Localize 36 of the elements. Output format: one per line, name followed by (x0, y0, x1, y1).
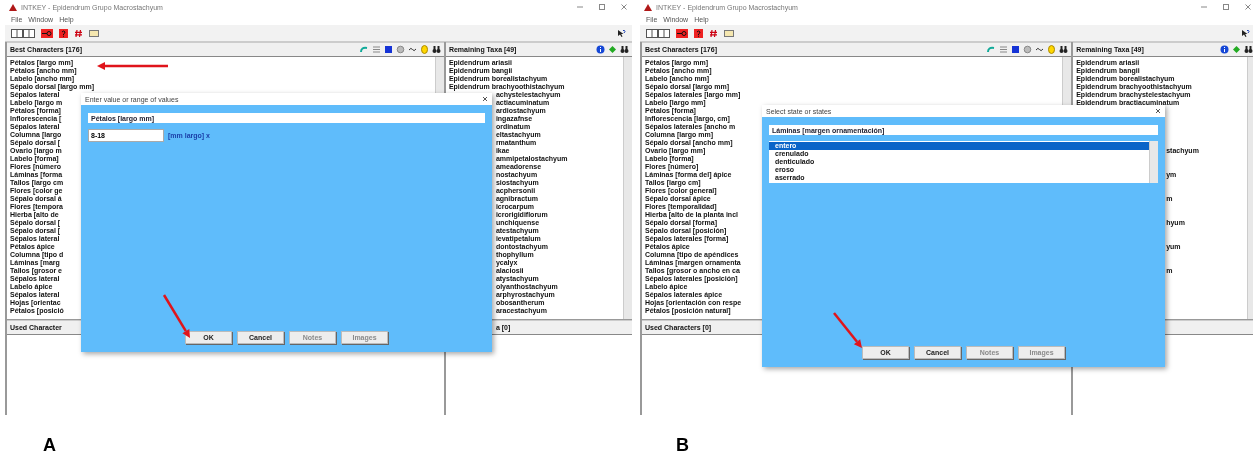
info-icon[interactable] (596, 45, 605, 54)
help-cursor-icon[interactable] (617, 28, 626, 38)
triangle-icon (9, 3, 17, 11)
info-icon[interactable] (1220, 45, 1229, 54)
rectangle-icon[interactable] (89, 28, 99, 38)
scrollbar[interactable] (623, 57, 632, 319)
figure-label: A (43, 435, 57, 456)
close-icon[interactable] (1155, 108, 1161, 114)
binoculars-icon[interactable] (1244, 45, 1253, 54)
square-icon[interactable] (1011, 45, 1021, 54)
binoculars-icon[interactable] (1059, 45, 1069, 54)
key-icon[interactable] (676, 28, 688, 38)
triangle-icon (644, 3, 652, 11)
lines-icon[interactable] (999, 45, 1009, 54)
figure-label: B (676, 435, 690, 456)
scrollbar[interactable] (1149, 141, 1158, 183)
hash-icon[interactable] (709, 28, 718, 38)
hash-icon[interactable] (74, 28, 83, 38)
binoculars-icon[interactable] (620, 45, 629, 54)
window-layout-icon[interactable] (646, 28, 670, 38)
help-icon[interactable] (59, 28, 68, 38)
maximize-icon[interactable] (1222, 3, 1230, 11)
window-layout-icon[interactable] (11, 28, 35, 38)
close-icon[interactable] (482, 96, 488, 102)
close-icon[interactable] (1244, 3, 1252, 11)
help-icon[interactable] (694, 28, 703, 38)
rectangle-icon[interactable] (724, 28, 734, 38)
square-icon[interactable] (383, 45, 393, 54)
close-icon[interactable] (620, 3, 628, 11)
tilde-icon[interactable] (407, 45, 417, 54)
help-cursor-icon[interactable] (1241, 28, 1250, 38)
lines-icon[interactable] (371, 45, 381, 54)
maximize-icon[interactable] (598, 3, 606, 11)
tilde-icon[interactable] (1035, 45, 1045, 54)
key-icon[interactable] (41, 28, 53, 38)
binoculars-icon[interactable] (431, 45, 441, 54)
